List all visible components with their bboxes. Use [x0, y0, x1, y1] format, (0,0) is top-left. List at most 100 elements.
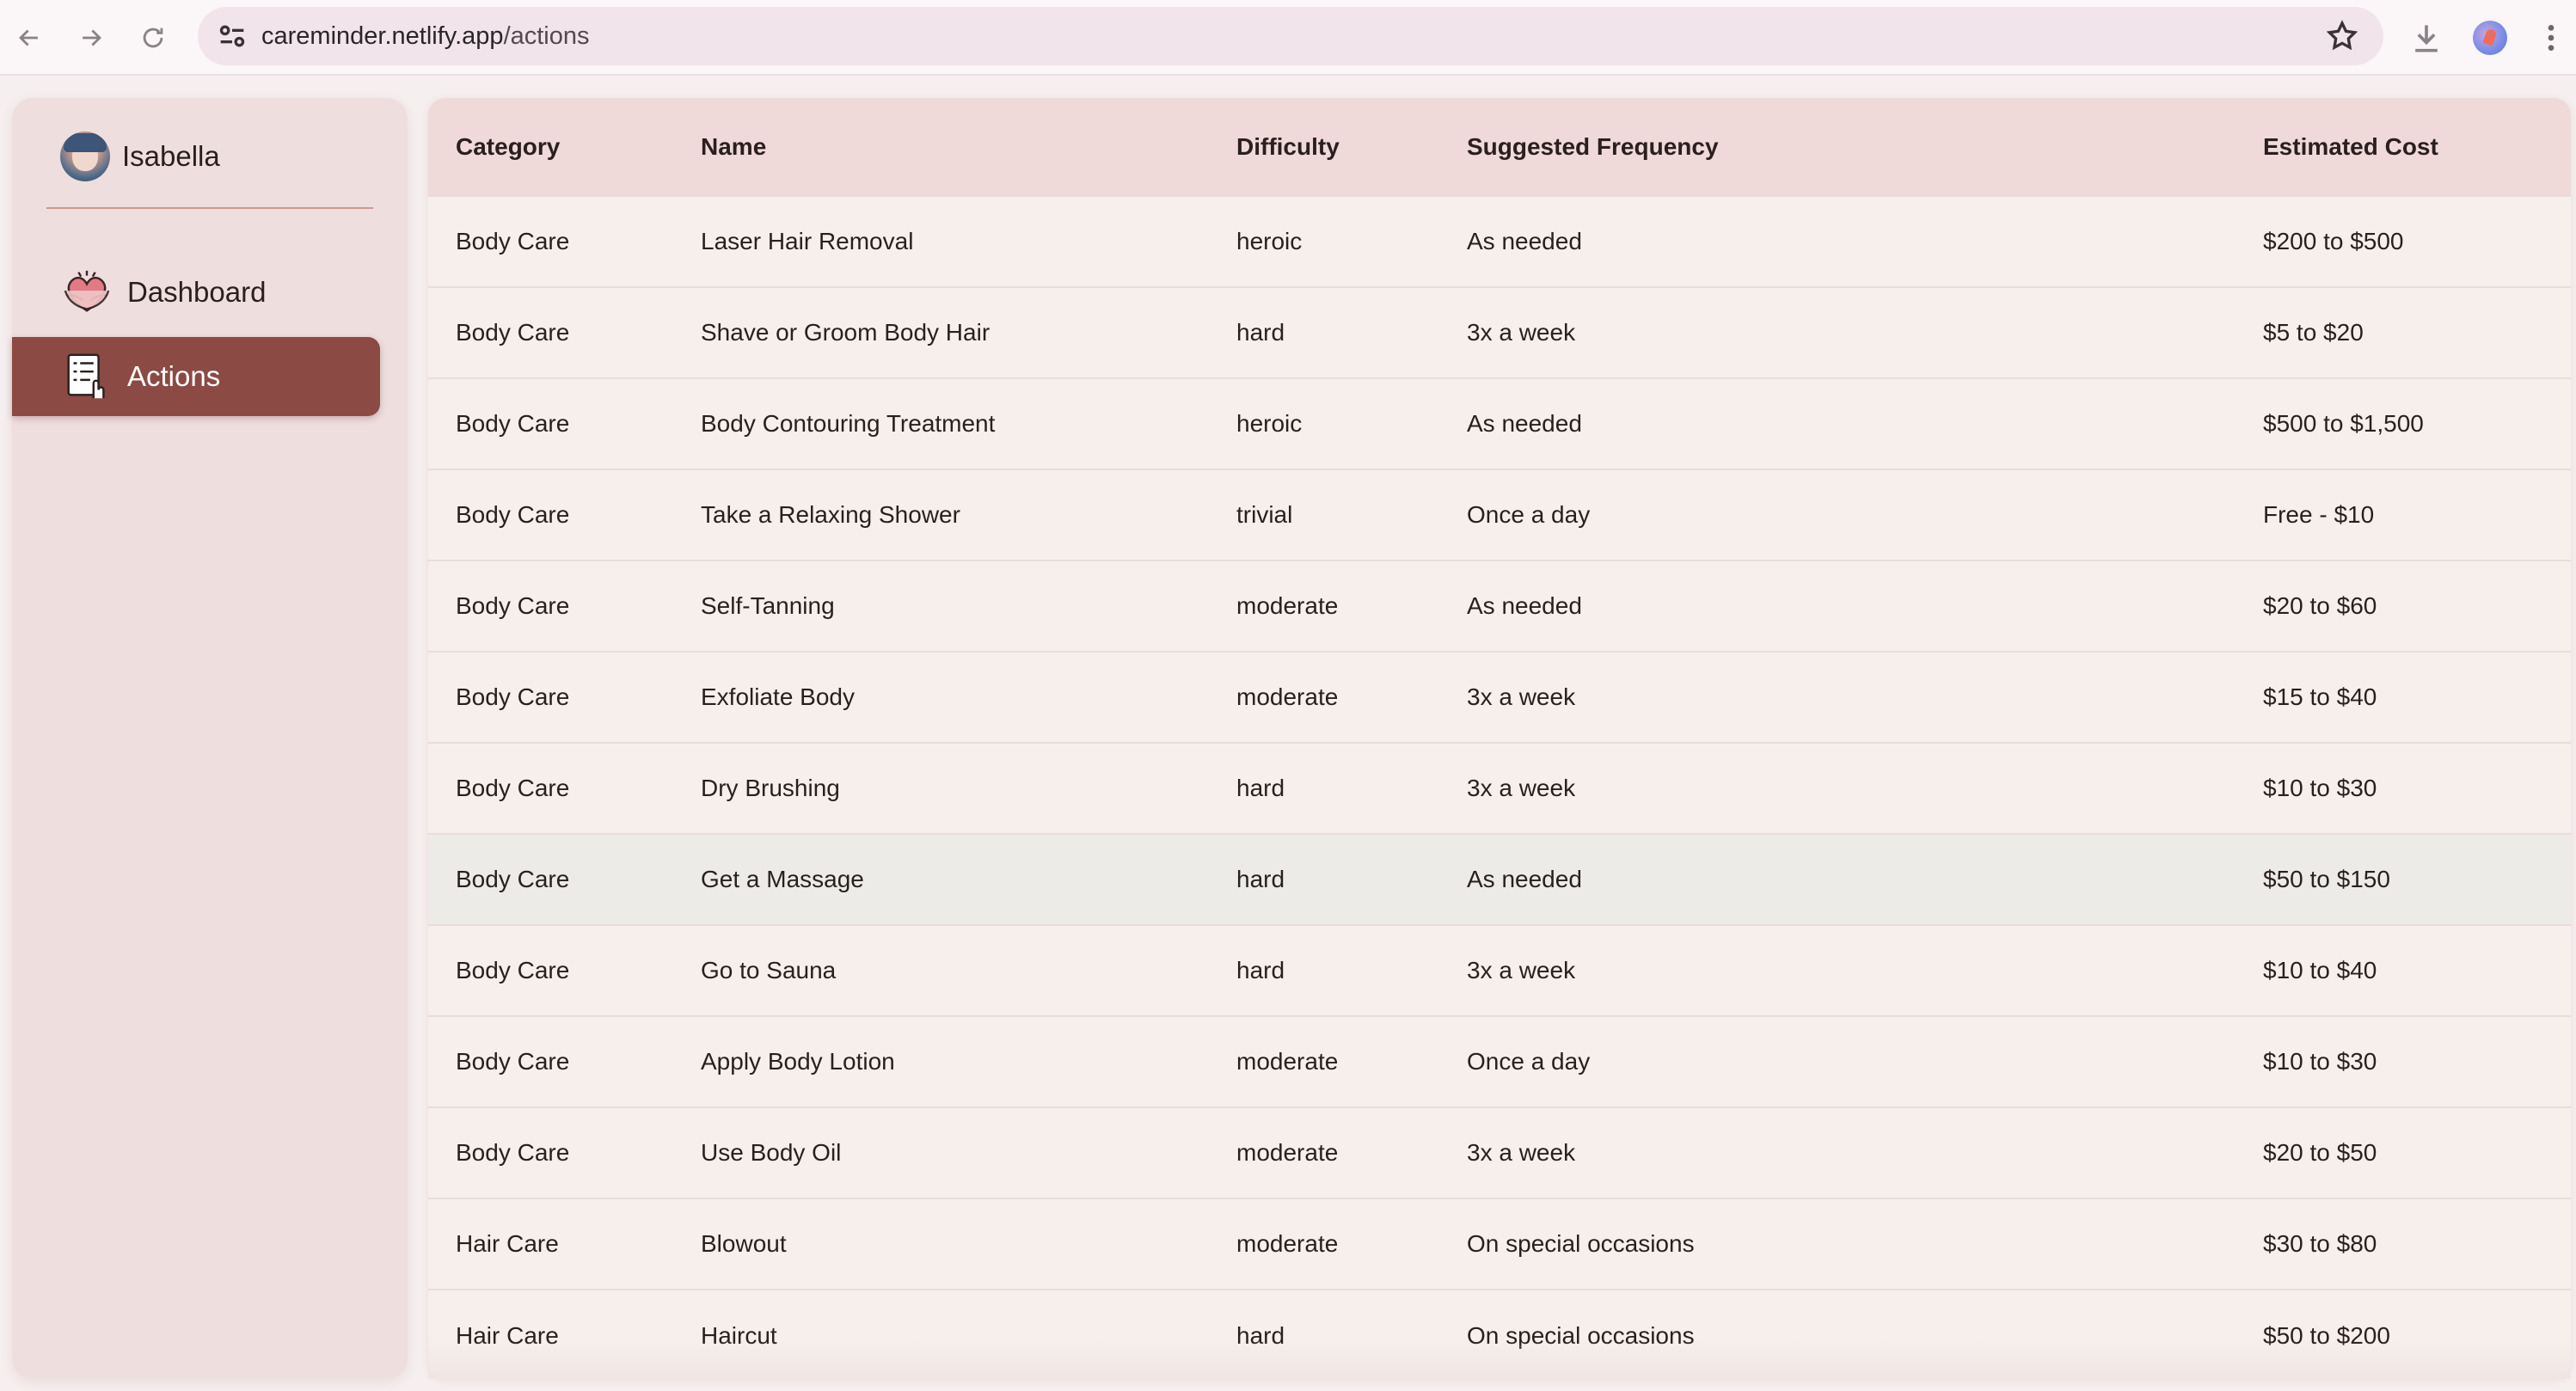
cell-name: Shave or Groom Body Hair	[701, 319, 991, 346]
actions-table-panel: Category Name Difficulty Suggested Frequ…	[428, 98, 2571, 1379]
sidebar: Isabella Dashboard Actions	[12, 98, 408, 1379]
column-header-category[interactable]: Category	[428, 98, 673, 196]
cell-cost: $10 to $30	[2263, 1048, 2377, 1075]
cell-category: Body Care	[456, 410, 570, 437]
cell-category: Body Care	[456, 775, 570, 801]
back-arrow-icon	[19, 29, 38, 46]
cell-name: Laser Hair Removal	[701, 228, 914, 254]
cell-difficulty: heroic	[1236, 410, 1303, 437]
column-header-difficulty[interactable]: Difficulty	[1209, 98, 1439, 196]
table-row[interactable]: Body Care Body Contouring Treatment heroic…	[428, 378, 2571, 469]
table-row[interactable]: Body Care Exfoliate Body moderate 3x a week…	[428, 652, 2571, 743]
sidebar-item-label: Dashboard	[127, 276, 267, 308]
site-settings-icon[interactable]	[215, 19, 249, 53]
sidebar-item-actions[interactable]: Actions	[12, 337, 380, 416]
cell-category: Body Care	[456, 683, 570, 710]
table-row[interactable]: Hair Care Blowout moderate On special occas…	[428, 1198, 2571, 1290]
actions-table: Category Name Difficulty Suggested Frequ…	[428, 98, 2571, 1379]
cell-name: Body Contouring Treatment	[701, 410, 996, 437]
column-header-cost[interactable]: Estimated Cost	[2236, 98, 2571, 196]
bookmark-star-icon[interactable]	[2325, 19, 2359, 53]
reload-icon	[143, 28, 163, 48]
profile-avatar-icon[interactable]	[2473, 21, 2507, 55]
more-menu-icon[interactable]	[2536, 21, 2566, 55]
cell-category: Body Care	[456, 228, 570, 254]
cell-category: Hair Care	[456, 1321, 559, 1349]
cell-frequency: Once a day	[1467, 501, 1591, 528]
cell-category: Body Care	[456, 592, 570, 619]
cell-name: Self-Tanning	[701, 592, 835, 619]
forward-arrow-icon	[83, 29, 101, 46]
cell-frequency: As needed	[1467, 592, 1582, 619]
table-header-row: Category Name Difficulty Suggested Frequ…	[428, 98, 2571, 196]
table-row[interactable]: Body Care Apply Body Lotion moderate Once a…	[428, 1016, 2571, 1107]
table-row[interactable]: Body Care Self-Tanning moderate As needed $2…	[428, 561, 2571, 652]
cell-category: Body Care	[456, 1139, 570, 1166]
browser-toolbar: careminder.netlify.app/actions	[0, 0, 2576, 76]
table-row[interactable]: Body Care Dry Brushing hard 3x a week $10 to…	[428, 743, 2571, 834]
cell-cost: $30 to $80	[2263, 1230, 2377, 1257]
cell-frequency: As needed	[1467, 866, 1582, 892]
table-row[interactable]: Body Care Take a Relaxing Shower trivial On…	[428, 469, 2571, 561]
cell-cost: $10 to $40	[2263, 957, 2377, 984]
cell-cost: $10 to $30	[2263, 775, 2377, 801]
cell-frequency: Once a day	[1467, 1048, 1591, 1075]
cell-frequency: On special occasions	[1467, 1230, 1695, 1257]
cell-cost: $200 to $500	[2263, 228, 2404, 254]
forward-button[interactable]	[69, 15, 113, 60]
cell-difficulty: hard	[1236, 319, 1285, 346]
back-button[interactable]	[7, 15, 52, 60]
cell-cost: $20 to $50	[2263, 1139, 2377, 1166]
cell-cost: $500 to $1,500	[2263, 410, 2424, 437]
cell-category: Body Care	[456, 1048, 570, 1075]
cell-category: Body Care	[456, 957, 570, 984]
cell-name: Take a Relaxing Shower	[701, 501, 960, 528]
column-header-name[interactable]: Name	[673, 98, 1209, 196]
cell-category: Hair Care	[456, 1230, 559, 1257]
cell-cost: $15 to $40	[2263, 683, 2377, 710]
table-row[interactable]: Hair Care Haircut hard On special occasions…	[428, 1290, 2571, 1379]
cell-frequency: On special occasions	[1467, 1321, 1695, 1349]
table-row[interactable]: Body Care Use Body Oil moderate 3x a week $2…	[428, 1107, 2571, 1198]
cell-frequency: 3x a week	[1467, 957, 1576, 984]
cell-frequency: 3x a week	[1467, 683, 1576, 710]
column-header-frequency[interactable]: Suggested Frequency	[1439, 98, 2236, 196]
cell-cost: $5 to $20	[2263, 319, 2364, 346]
cell-frequency: As needed	[1467, 410, 1582, 437]
cell-name: Apply Body Lotion	[701, 1048, 895, 1075]
table-row[interactable]: Body Care Get a Massage hard As needed $50 t…	[428, 834, 2571, 925]
cell-name: Use Body Oil	[701, 1139, 842, 1166]
cell-category: Body Care	[456, 501, 570, 528]
cell-difficulty: moderate	[1236, 1230, 1339, 1257]
checklist-icon	[60, 350, 113, 403]
download-icon[interactable]	[2407, 19, 2445, 57]
cell-difficulty: hard	[1236, 775, 1285, 801]
cell-cost: $50 to $150	[2263, 866, 2390, 892]
cell-difficulty: hard	[1236, 957, 1285, 984]
sidebar-item-dashboard[interactable]: Dashboard	[12, 253, 380, 332]
cell-cost: Free - $10	[2263, 501, 2375, 528]
url-text[interactable]: careminder.netlify.app/actions	[261, 7, 590, 65]
cell-difficulty: trivial	[1236, 501, 1293, 528]
cell-frequency: As needed	[1467, 228, 1582, 254]
user-avatar	[60, 132, 110, 181]
cell-cost: $50 to $200	[2263, 1321, 2390, 1349]
cell-cost: $20 to $60	[2263, 592, 2377, 619]
user-name: Isabella	[122, 140, 220, 172]
heart-hands-icon	[60, 266, 113, 319]
user-profile[interactable]: Isabella	[60, 131, 220, 182]
cell-frequency: 3x a week	[1467, 1139, 1576, 1166]
table-row[interactable]: Body Care Laser Hair Removal heroic As need…	[428, 196, 2571, 287]
cell-name: Exfoliate Body	[701, 683, 855, 710]
cell-difficulty: hard	[1236, 866, 1285, 892]
cell-name: Get a Massage	[701, 866, 864, 892]
cell-name: Blowout	[701, 1230, 787, 1257]
reload-button[interactable]	[131, 15, 175, 60]
cell-difficulty: hard	[1236, 1321, 1285, 1349]
sidebar-item-label: Actions	[127, 360, 221, 392]
table-row[interactable]: Body Care Go to Sauna hard 3x a week $10 to …	[428, 925, 2571, 1016]
address-bar[interactable]: careminder.netlify.app/actions	[198, 7, 2383, 65]
cell-difficulty: heroic	[1236, 228, 1303, 254]
cell-difficulty: moderate	[1236, 592, 1339, 619]
table-row[interactable]: Body Care Shave or Groom Body Hair hard 3x …	[428, 287, 2571, 378]
